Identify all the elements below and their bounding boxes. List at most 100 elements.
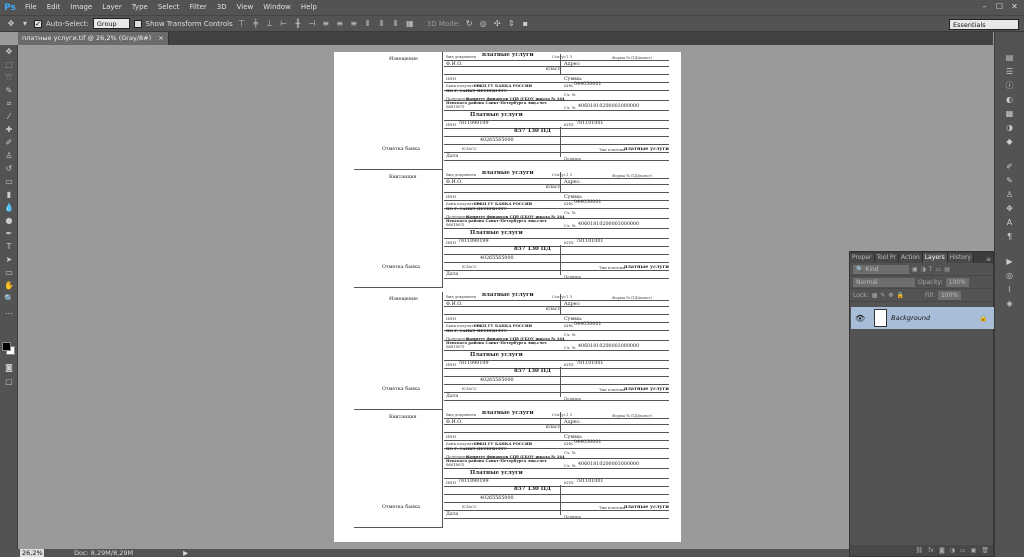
workspace-dropdown[interactable]: Essentials [949, 19, 1019, 30]
link-layers-icon[interactable]: ⛓ [916, 547, 924, 554]
paths-panel-icon[interactable]: ⌇ [1003, 284, 1017, 295]
auto-align-icon[interactable]: ▦ [405, 19, 415, 29]
tool-presets-icon[interactable]: ✥ [1003, 203, 1017, 214]
pen-tool-icon[interactable]: ✒ [2, 228, 16, 240]
adjustments-panel-icon[interactable]: ◑ [1003, 122, 1017, 133]
new-layer-icon[interactable]: ▣ [971, 547, 977, 554]
align-vcenter-icon[interactable]: ╪ [251, 19, 261, 29]
styles-panel-icon[interactable]: ◆ [1003, 136, 1017, 147]
3d-scale-icon[interactable]: ▪ [520, 19, 530, 29]
quick-select-tool-icon[interactable]: ✎ [2, 85, 16, 97]
3d-drag-icon[interactable]: ✣ [492, 19, 502, 29]
close-button[interactable]: ✕ [1007, 0, 1022, 13]
align-right-icon[interactable]: ⊣ [307, 19, 317, 29]
3d-slide-icon[interactable]: ⇕ [506, 19, 516, 29]
tab-actions[interactable]: Action [899, 253, 923, 263]
channels-panel-icon[interactable]: ◎ [1003, 270, 1017, 281]
maximize-button[interactable]: ☐ [992, 0, 1007, 13]
lock-all-icon[interactable]: 🔒 [896, 292, 903, 299]
history-brush-tool-icon[interactable]: ↺ [2, 163, 16, 175]
eyedropper-tool-icon[interactable]: ⁄ [2, 111, 16, 123]
lock-pixels-icon[interactable]: ▦ [872, 292, 878, 299]
panel-menu-icon[interactable]: ≡ [986, 256, 993, 263]
menu-select[interactable]: Select [153, 0, 185, 15]
menu-layer[interactable]: Layer [97, 0, 127, 15]
layer-row-background[interactable]: 👁 Background 🔒 [851, 307, 994, 329]
menu-help[interactable]: Help [296, 0, 322, 15]
brush-presets-icon[interactable]: ✎ [1003, 175, 1017, 186]
clone-stamp-tool-icon[interactable]: ♙ [2, 150, 16, 162]
filter-shape-icon[interactable]: ▭ [936, 266, 942, 273]
blur-tool-icon[interactable]: 💧 [2, 202, 16, 214]
filter-smart-icon[interactable]: ▤ [944, 266, 950, 273]
brush-tool-icon[interactable]: ✐ [2, 137, 16, 149]
align-top-icon[interactable]: ⊤ [237, 19, 247, 29]
blend-mode-dropdown[interactable]: Normal [853, 277, 915, 287]
fill-field[interactable]: 100% [937, 290, 962, 300]
more-tools-icon[interactable]: … [2, 306, 16, 318]
distribute-hcenter-icon[interactable]: ⦀ [377, 19, 387, 29]
status-menu-arrow-icon[interactable]: ▶ [183, 549, 188, 557]
lock-paint-icon[interactable]: ✎ [880, 292, 885, 299]
layers-panel-icon[interactable]: ◈ [1003, 298, 1017, 309]
foreground-color-swatch[interactable] [2, 342, 11, 351]
swatches-panel-icon[interactable]: ▦ [1003, 108, 1017, 119]
3d-roll-icon[interactable]: ◎ [478, 19, 488, 29]
gradient-tool-icon[interactable]: ▮ [2, 189, 16, 201]
brush-panel-icon[interactable]: ✐ [1003, 161, 1017, 172]
marquee-tool-icon[interactable]: ⬚ [2, 59, 16, 71]
layer-style-icon[interactable]: fx [928, 547, 934, 554]
3d-rotate-icon[interactable]: ↻ [464, 19, 474, 29]
character-panel-icon[interactable]: A [1003, 217, 1017, 228]
tab-history[interactable]: History [947, 253, 975, 263]
filter-pixel-icon[interactable]: ▣ [912, 266, 918, 273]
document-tab[interactable]: платные услуги.tif @ 26,2% (Gray/8#) × [18, 32, 169, 45]
menu-image[interactable]: Image [65, 0, 97, 15]
move-tool-icon[interactable]: ✥ [2, 46, 16, 58]
tab-properties[interactable]: Proper [850, 253, 875, 263]
move-tool-icon[interactable]: ✥ [6, 19, 16, 29]
visibility-eye-icon[interactable]: 👁 [855, 314, 865, 323]
minimize-button[interactable]: – [977, 0, 992, 13]
tab-layers[interactable]: Layers [922, 253, 948, 263]
auto-select-checkbox[interactable]: ✓ [34, 19, 42, 28]
tab-tool-presets[interactable]: Tool Pr [874, 253, 900, 263]
add-mask-icon[interactable]: ◙ [939, 547, 945, 554]
align-bottom-icon[interactable]: ⊥ [265, 19, 275, 29]
new-group-icon[interactable]: ▭ [960, 547, 966, 554]
menu-view[interactable]: View [232, 0, 259, 15]
hand-tool-icon[interactable]: ✋ [2, 280, 16, 292]
lock-move-icon[interactable]: ✥ [888, 292, 893, 299]
kind-filter-dropdown[interactable]: 🔍 Kind [853, 264, 909, 274]
healing-brush-tool-icon[interactable]: ✚ [2, 124, 16, 136]
distribute-vcenter-icon[interactable]: ≡ [335, 19, 345, 29]
adjustment-layer-icon[interactable]: ◑ [950, 547, 955, 554]
filter-type-icon[interactable]: T [929, 266, 933, 273]
distribute-bottom-icon[interactable]: ≡ [349, 19, 359, 29]
actions-panel-icon[interactable]: ▶ [1003, 256, 1017, 267]
document-tab-close-icon[interactable]: × [158, 34, 163, 42]
document-canvas[interactable]: Извещение Отметка банка Вид документа платн… [334, 52, 681, 542]
clone-source-icon[interactable]: ♙ [1003, 189, 1017, 200]
align-left-icon[interactable]: ⊢ [279, 19, 289, 29]
distribute-left-icon[interactable]: ⦀ [363, 19, 373, 29]
menu-filter[interactable]: Filter [184, 0, 211, 15]
align-hcenter-icon[interactable]: ╫ [293, 19, 303, 29]
color-panel-icon[interactable]: ◐ [1003, 94, 1017, 105]
tool-preset-dropdown-icon[interactable]: ▾ [20, 19, 30, 29]
menu-window[interactable]: Window [258, 0, 296, 15]
zoom-tool-icon[interactable]: 🔍 [2, 293, 16, 305]
properties-panel-icon[interactable]: ☰ [1003, 66, 1017, 77]
auto-select-dropdown[interactable]: Group [92, 18, 130, 29]
filter-adjust-icon[interactable]: ◑ [921, 266, 926, 273]
zoom-level-field[interactable]: 26,2% [20, 549, 44, 557]
menu-file[interactable]: File [20, 0, 42, 15]
quick-mask-icon[interactable]: ◙ [2, 362, 16, 374]
paragraph-panel-icon[interactable]: ¶ [1003, 231, 1017, 242]
dodge-tool-icon[interactable]: ● [2, 215, 16, 227]
distribute-top-icon[interactable]: ≡ [321, 19, 331, 29]
type-tool-icon[interactable]: T [2, 241, 16, 253]
shape-tool-icon[interactable]: ▭ [2, 267, 16, 279]
info-panel-icon[interactable]: ⓘ [1003, 80, 1017, 91]
crop-tool-icon[interactable]: ⌗ [2, 98, 16, 110]
